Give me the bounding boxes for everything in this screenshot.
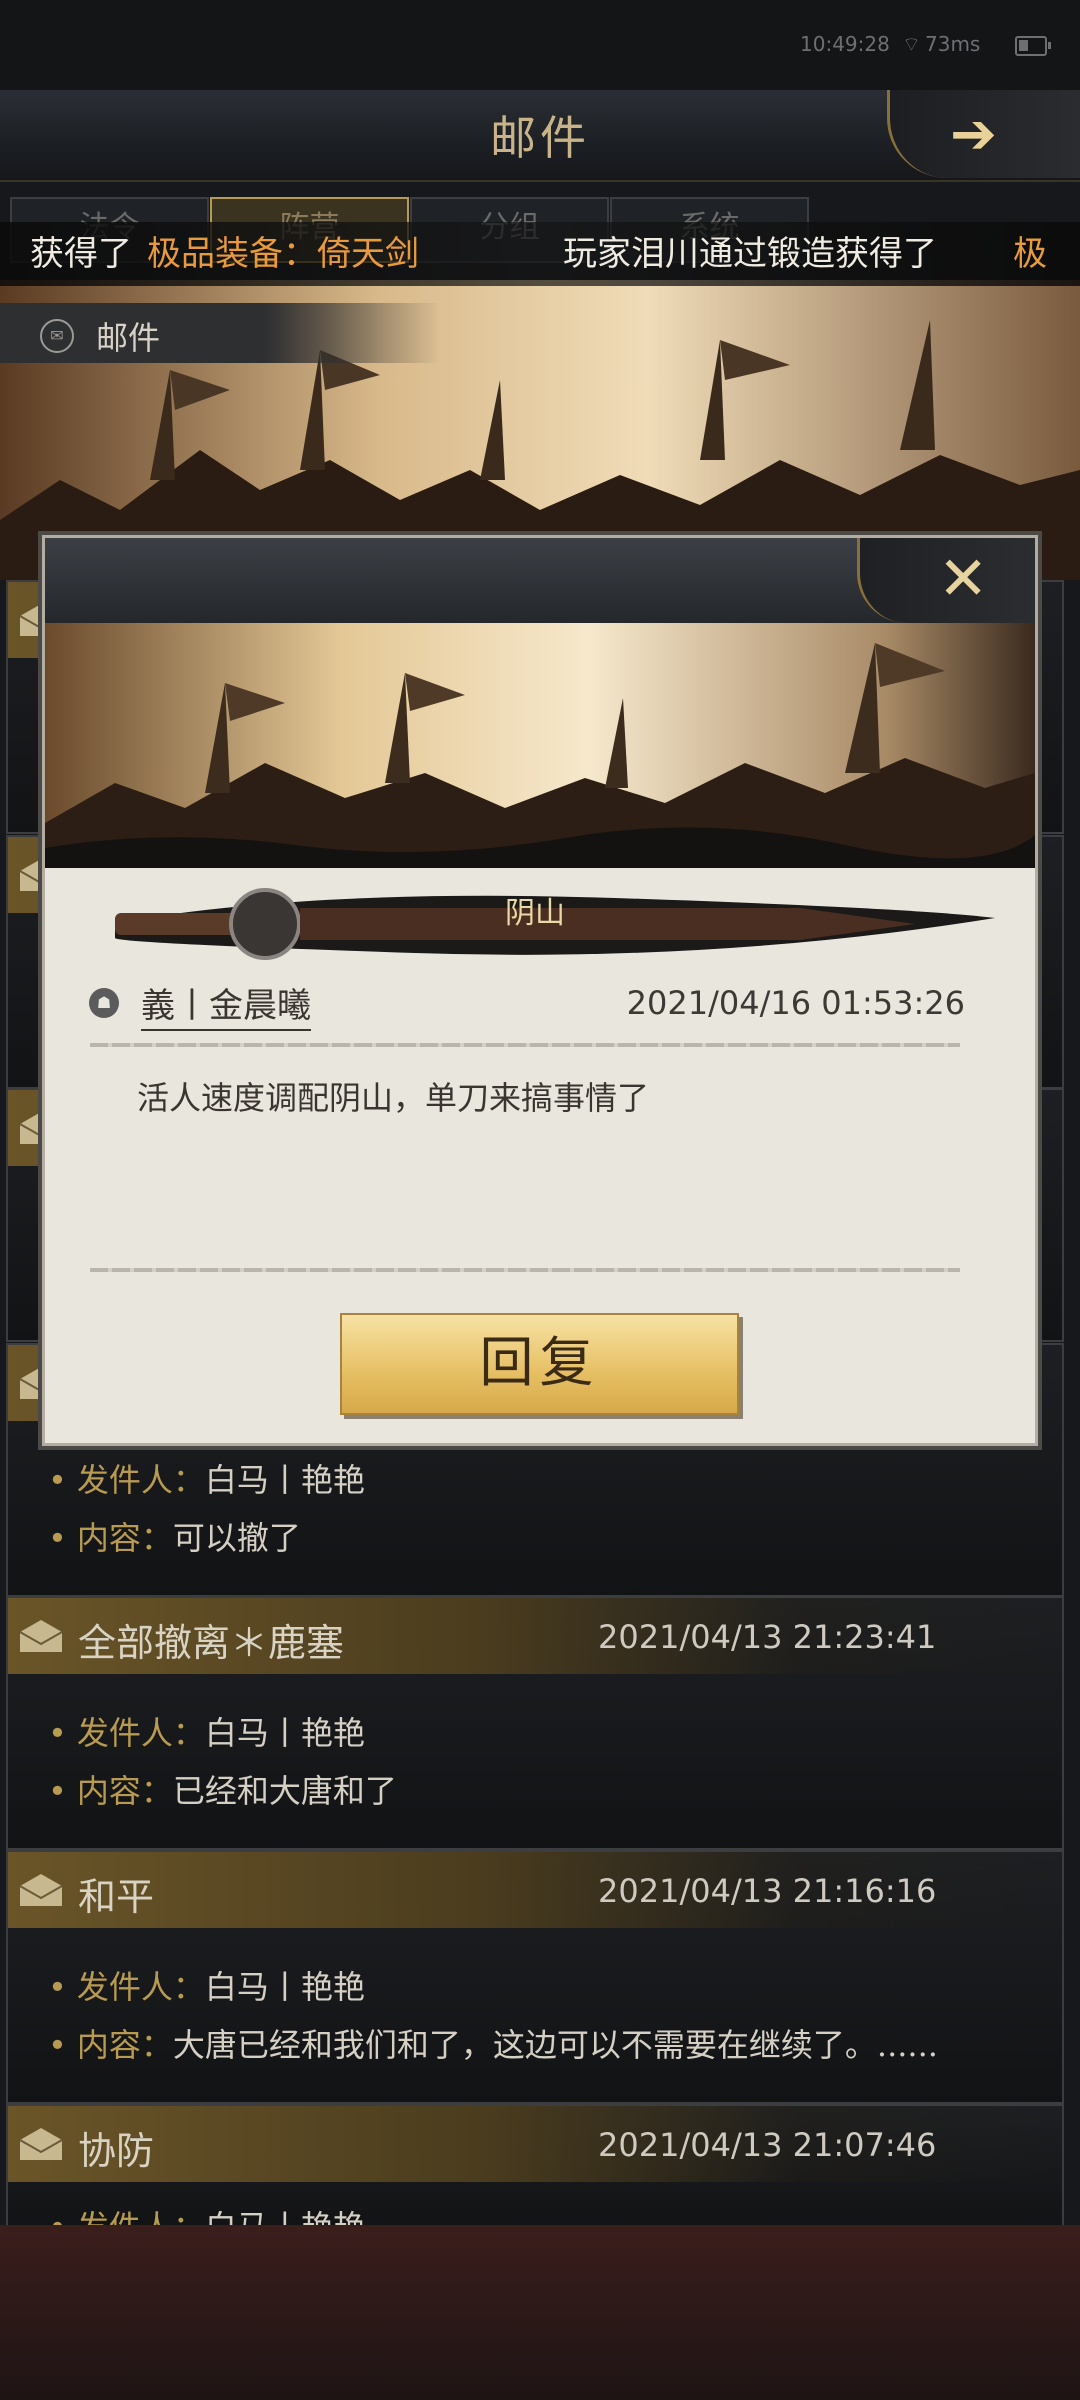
mail-body: 活人速度调配阴山，单刀来搞事情了 (137, 1079, 650, 1117)
mail-icon: ✉ (40, 319, 74, 353)
mail-item[interactable]: 全部撤离＊鹿塞 2021/04/13 21:23:41 • 发件人：白马丨艳艳 •… (6, 1596, 1064, 1850)
mail-title: 协防 (78, 2129, 155, 2173)
marquee-text-1: 获得了 (30, 234, 132, 274)
mail-sender: 白马丨艳艳 (204, 1968, 365, 2006)
mail-section-label: 邮件 (96, 319, 161, 357)
mail-detail-dialog: ✕ 阴山 ☗ 義丨金晨曦 2021/04/16 01:53:26 活人速度调配阴… (42, 535, 1038, 1446)
announcement-marquee: 获得了 极品装备：倚天剑 玩家泪川通过锻造获得了 极 (0, 222, 1080, 286)
mail-content-row: • 内容：可以撤了 (48, 1519, 301, 1557)
mail-sender-row: • 发件人：白马丨艳艳 (48, 1714, 365, 1752)
sword-title: 阴山 (505, 896, 565, 931)
signal-icon: ⌔ (902, 32, 921, 56)
divider-top (90, 1043, 960, 1047)
mail-sender-row: • 发件人：白马丨艳艳 (48, 1968, 365, 2006)
mail-title: 全部撤离＊鹿塞 (78, 1621, 345, 1665)
close-button[interactable]: ✕ (857, 538, 1035, 623)
mail-section-header: ✉ 邮件 (0, 303, 440, 363)
page-header: 邮件 ➔ (0, 90, 1080, 182)
mail-date: 2021/04/13 21:07:46 (598, 2126, 937, 2164)
close-icon: ✕ (938, 544, 989, 614)
marquee-text-2: 玩家泪川通过锻造获得了 (563, 234, 937, 274)
mail-content: 可以撤了 (172, 1519, 301, 1557)
latency: 73ms (925, 32, 981, 56)
back-button[interactable]: ➔ (887, 90, 1080, 178)
mail-sender-row: • 发件人：白马丨艳艳 (48, 1461, 365, 1499)
mail-title: 和平 (78, 1875, 155, 1919)
mail-sender: 白马丨艳艳 (204, 1461, 365, 1499)
marquee-highlight-2: 极 (1013, 234, 1047, 274)
mail-sender: 白马丨艳艳 (204, 1714, 365, 1752)
mail-content: 已经和大唐和了 (172, 1772, 397, 1810)
mail-content: 大唐已经和我们和了，这边可以不需要在继续了。...... (172, 2026, 938, 2064)
mail-content-row: • 内容：已经和大唐和了 (48, 1772, 397, 1810)
divider-bottom (90, 1268, 960, 1272)
user-icon: ☗ (89, 988, 119, 1018)
bottom-decoration (0, 2225, 1080, 2400)
mail-item[interactable]: 和平 2021/04/13 21:16:16 • 发件人：白马丨艳艳 • 内容：大唐… (6, 1850, 1064, 2104)
envelope-icon (19, 2128, 63, 2160)
sender-name[interactable]: 義丨金晨曦 (141, 978, 311, 1031)
dialog-banner-image (45, 623, 1035, 868)
envelope-icon (19, 1620, 63, 1652)
status-bar: 10:49:28 ⌔ 73ms (0, 0, 1080, 90)
envelope-icon (19, 1874, 63, 1906)
marquee-highlight-1: 极品装备：倚天剑 (147, 234, 419, 274)
mail-date: 2021/04/13 21:23:41 (598, 1618, 937, 1656)
mail-content-row: • 内容：大唐已经和我们和了，这边可以不需要在继续了。...... (48, 2026, 938, 2064)
mail-date: 2021/04/13 21:16:16 (598, 1872, 937, 1910)
arrow-right-icon: ➔ (950, 102, 997, 167)
clock: 10:49:28 (800, 32, 890, 56)
mail-timestamp: 2021/04/16 01:53:26 (626, 984, 965, 1022)
mail-item[interactable]: 协防 2021/04/13 21:07:46 • 发件人：白马丨艳艳 (6, 2104, 1064, 2228)
battery-icon (1015, 36, 1051, 56)
reply-button[interactable]: 回复 (340, 1313, 739, 1415)
